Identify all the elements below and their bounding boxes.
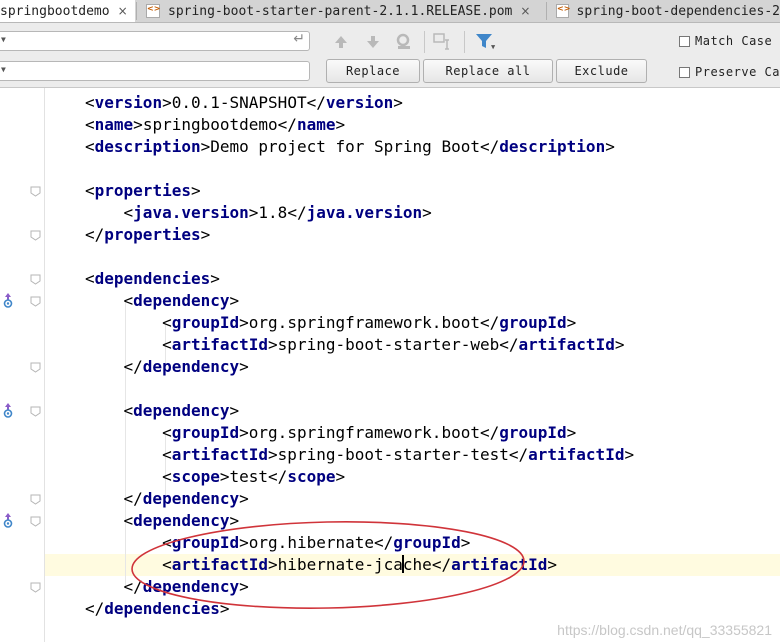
replace-all-button-label: Replace all (445, 64, 531, 78)
code-line[interactable]: <scope>test</scope> (85, 466, 345, 488)
code-line[interactable]: <name>springbootdemo</name> (85, 114, 345, 136)
code-line[interactable]: </properties> (85, 224, 210, 246)
fold-marker-icon[interactable] (30, 406, 41, 417)
exclude-button[interactable]: Exclude (556, 59, 647, 83)
code-line[interactable]: <dependency> (85, 290, 240, 312)
tab-label: spring-boot-dependencies-2 (576, 3, 780, 19)
tab-label: spring-boot-starter-parent-2.1.1.RELEASE… (168, 3, 513, 19)
exclude-button-label: Exclude (574, 64, 629, 78)
checkbox-box[interactable] (679, 35, 690, 47)
code-line[interactable]: <artifactId>spring-boot-starter-web</art… (85, 334, 624, 356)
code-line[interactable]: <description>Demo project for Spring Boo… (85, 136, 615, 158)
code-line[interactable]: <artifactId>spring-boot-starter-test</ar… (85, 444, 634, 466)
fold-marker-icon[interactable] (30, 494, 41, 505)
tab-label: springbootdemo (0, 3, 110, 19)
code-line[interactable]: </dependency> (85, 356, 249, 378)
code-line[interactable]: </dependencies> (85, 598, 230, 620)
search-input[interactable]: ▼ ↵ (0, 31, 310, 51)
code-line[interactable]: </dependency> (85, 488, 249, 510)
replace-button-label: Replace (345, 64, 401, 78)
preserve-case-checkbox[interactable]: Preserve Ca (679, 65, 780, 79)
code-line[interactable]: <java.version>1.8</java.version> (85, 202, 432, 224)
code-line[interactable]: <artifactId>hibernate-jcache</artifactId… (85, 554, 557, 576)
dependency-navigation-icon[interactable] (2, 292, 14, 308)
clipped-line (240, 78, 476, 90)
code-line[interactable]: <properties> (85, 180, 201, 202)
dropdown-arrow-icon[interactable]: ▼ (1, 65, 6, 74)
fold-marker-icon[interactable] (30, 230, 41, 241)
checkbox-box[interactable] (679, 66, 690, 78)
code-line[interactable]: <dependency> (85, 510, 240, 532)
previous-occurrence-icon[interactable] (332, 33, 350, 51)
fold-marker-icon[interactable] (30, 274, 41, 285)
code-line[interactable]: <groupId>org.springframework.boot</group… (85, 312, 576, 334)
watermark: https://blog.csdn.net/qq_33355821 (557, 622, 772, 638)
newline-icon[interactable]: ↵ (293, 31, 305, 47)
close-icon[interactable]: × (118, 4, 128, 18)
xml-file-icon (556, 4, 570, 18)
xml-file-icon (146, 4, 160, 18)
code-line[interactable]: <groupId>org.springframework.boot</group… (85, 422, 576, 444)
close-icon[interactable]: × (520, 4, 530, 18)
match-case-label: Match Case (695, 34, 773, 48)
filter-dropdown-icon[interactable]: ▼ (491, 43, 495, 51)
preserve-case-label: Preserve Ca (695, 65, 780, 79)
match-case-checkbox[interactable]: Match Case (679, 34, 772, 48)
editor-tab-bar: springbootdemo × spring-boot-starter-par… (0, 0, 780, 23)
code-editor[interactable]: <version>0.0.1-SNAPSHOT</version> <name>s… (0, 88, 780, 642)
dependency-navigation-icon[interactable] (2, 402, 14, 418)
fold-marker-icon[interactable] (30, 362, 41, 373)
dependency-navigation-icon[interactable] (2, 512, 14, 528)
code-line[interactable]: <version>0.0.1-SNAPSHOT</version> (85, 92, 403, 114)
fold-marker-icon[interactable] (30, 516, 41, 527)
select-all-occurrences-icon[interactable] (433, 32, 451, 50)
code-line[interactable]: <dependency> (85, 400, 240, 422)
fold-marker-icon[interactable] (30, 582, 41, 593)
fold-marker-icon[interactable] (30, 296, 41, 307)
fold-marker-icon[interactable] (30, 186, 41, 197)
code-line[interactable]: </dependency> (85, 576, 249, 598)
dropdown-arrow-icon[interactable]: ▼ (1, 35, 6, 44)
tab-dependencies-pom[interactable]: spring-boot-dependencies-2 (556, 0, 780, 22)
next-occurrence-icon[interactable] (364, 33, 382, 51)
code-line[interactable]: <groupId>org.hibernate</groupId> (85, 532, 470, 554)
tab-springbootdemo[interactable]: springbootdemo × (0, 0, 135, 22)
tab-starter-parent-pom[interactable]: spring-boot-starter-parent-2.1.1.RELEASE… (146, 0, 542, 22)
find-all-icon[interactable] (395, 32, 413, 50)
code-line[interactable]: <dependencies> (85, 268, 220, 290)
